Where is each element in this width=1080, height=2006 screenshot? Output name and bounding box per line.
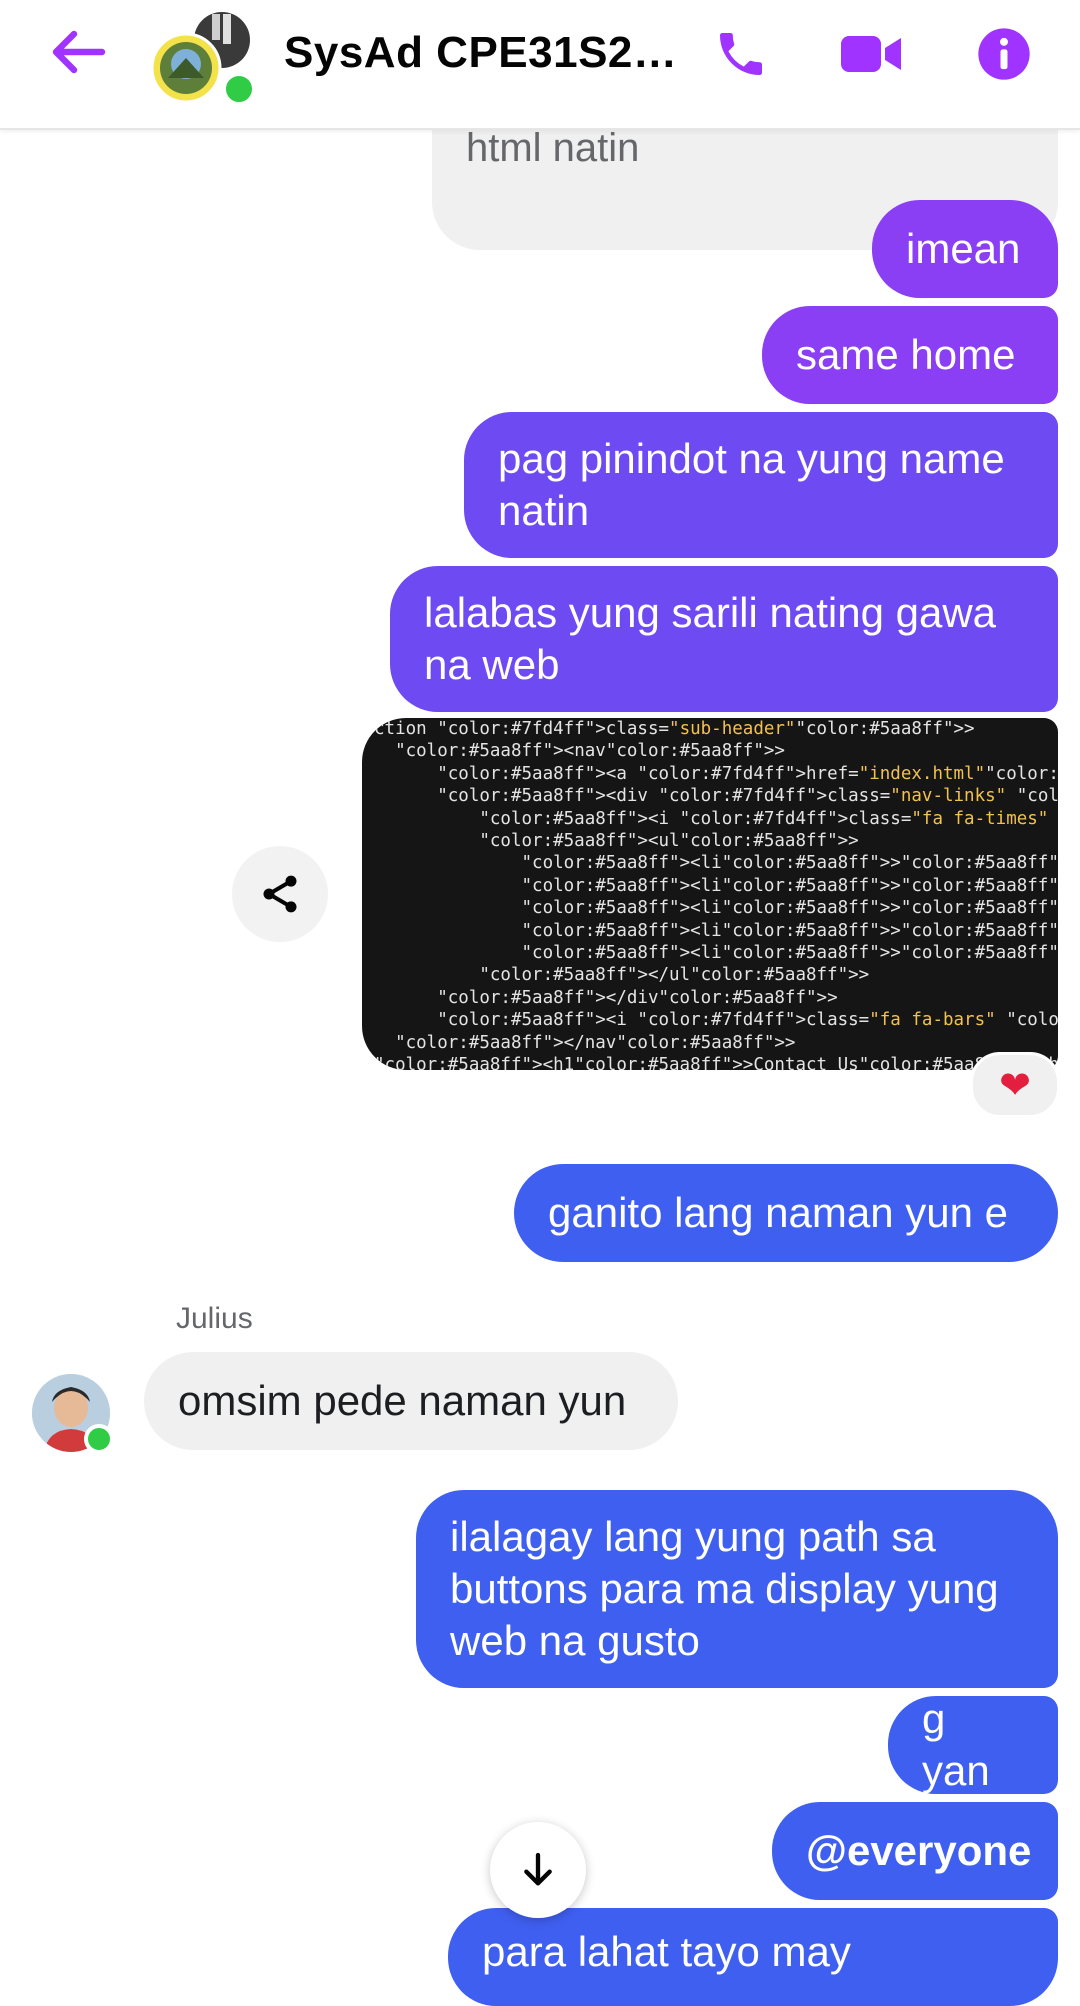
reaction-badge[interactable]: ❤ — [970, 1052, 1060, 1118]
message-text: g yan — [922, 1695, 990, 1794]
online-status-indicator — [222, 72, 256, 106]
voice-call-button[interactable] — [706, 22, 776, 86]
message-text: pag pinindot na yung name natin — [498, 435, 1005, 534]
code-line: "color:#5aa8ff"><li"color:#5aa8ff">>"col… — [521, 920, 1058, 941]
code-line: "color:#5aa8ff"><ul"color:#5aa8ff">> — [479, 831, 859, 852]
message-bubble[interactable]: same home — [762, 306, 1058, 404]
message-bubble[interactable]: para lahat tayo may — [448, 1908, 1058, 2006]
arrow-down-icon — [524, 1852, 552, 1886]
code-line: "color:#5aa8ff"></nav"color:#5aa8ff">> — [395, 1032, 796, 1053]
message-bubble[interactable]: g yan — [888, 1695, 1058, 1794]
message-text: ganito lang naman yun e — [548, 1189, 1009, 1236]
code-line: "color:#5aa8ff"><nav"color:#5aa8ff">> — [395, 741, 785, 762]
code-line: "color:#5aa8ff"><li"color:#5aa8ff">>"col… — [521, 898, 1058, 919]
code-line: "color:#5aa8ff"></div"color:#5aa8ff">> — [437, 987, 838, 1008]
code-line: "color:#5aa8ff"><li"color:#5aa8ff">>"col… — [521, 853, 1058, 874]
scroll-to-bottom-button[interactable] — [490, 1822, 586, 1918]
video-camera-icon — [841, 36, 901, 72]
shared-code-image[interactable]: ction "color:#7fd4ff">class="sub-header"… — [362, 718, 1058, 1070]
video-call-button[interactable] — [836, 22, 906, 86]
phone-icon — [720, 33, 762, 75]
message-text: omsim pede naman yun — [178, 1377, 627, 1424]
sender-name: Julius — [176, 1302, 253, 1335]
message-bubble[interactable]: imean — [872, 200, 1058, 298]
message-text: same home — [796, 331, 1016, 378]
share-button[interactable] — [232, 846, 328, 942]
message-text: lalabas yung sarili nating gawa na web — [424, 589, 997, 688]
code-line: "color:#5aa8ff"><div "color:#7fd4ff">cla… — [437, 786, 1058, 807]
code-line: "color:#5aa8ff"><a "color:#7fd4ff">href=… — [437, 763, 1058, 784]
message-bubble[interactable]: ilalagay lang yung path sa buttons para … — [416, 1490, 1058, 1688]
message-bubble[interactable]: @everyone — [772, 1802, 1058, 1900]
back-button[interactable] — [48, 24, 108, 80]
message-bubble[interactable]: pag pinindot na yung name natin — [464, 412, 1058, 558]
message-bubble[interactable]: omsim pede naman yun — [144, 1352, 678, 1450]
message-thread[interactable]: html natin imean same home pag pinindot … — [0, 0, 1080, 2006]
message-bubble[interactable]: ganito lang naman yun e — [514, 1164, 1058, 1262]
message-text: imean — [906, 225, 1021, 272]
message-text: para lahat tayo may — [482, 1928, 851, 1975]
code-line: "color:#5aa8ff"><li"color:#5aa8ff">>"col… — [521, 943, 1058, 964]
code-image-content: ction "color:#7fd4ff">class="sub-header"… — [362, 718, 1058, 1070]
heart-icon: ❤ — [999, 1064, 1031, 1107]
info-icon — [978, 28, 1030, 80]
code-line: "color:#5aa8ff"><li"color:#5aa8ff">>"col… — [521, 875, 1058, 896]
online-status-indicator — [84, 1424, 114, 1454]
code-line: ction "color:#7fd4ff">class="sub-header"… — [374, 719, 975, 739]
code-line: "color:#5aa8ff"><i "color:#7fd4ff">class… — [479, 808, 1049, 829]
share-icon — [263, 875, 297, 913]
conversation-title[interactable]: SysAd CPE31S2 F... — [284, 28, 684, 78]
mention-text[interactable]: @everyone — [806, 1825, 1031, 1877]
message-text: ilalagay lang yung path sa buttons para … — [450, 1513, 999, 1664]
code-line: "color:#5aa8ff"></ul"color:#5aa8ff">> — [479, 965, 870, 986]
conversation-header: SysAd CPE31S2 F... — [0, 0, 1080, 130]
code-line: "color:#5aa8ff"><i "color:#7fd4ff">class… — [437, 1010, 1058, 1031]
conversation-info-button[interactable] — [972, 22, 1036, 86]
code-line: "color:#5aa8ff"><h1"color:#5aa8ff">>Cont… — [374, 1055, 1058, 1070]
back-arrow-icon — [52, 30, 106, 74]
message-bubble[interactable]: lalabas yung sarili nating gawa na web — [390, 566, 1058, 712]
